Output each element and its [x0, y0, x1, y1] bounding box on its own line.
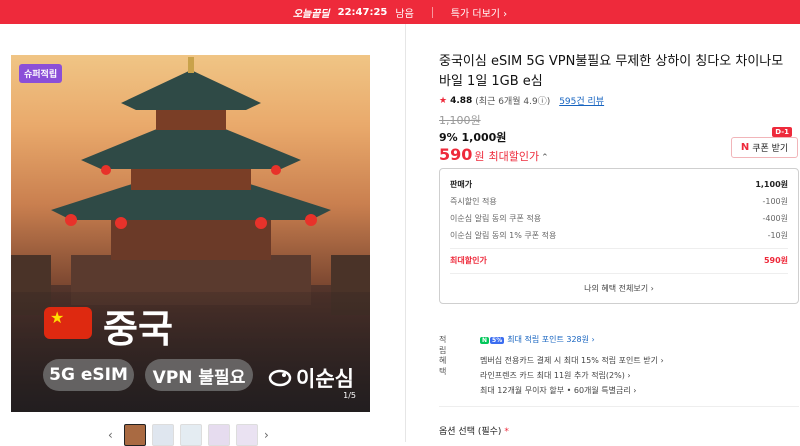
breakdown-row-label: 이순심 알림 동의 1% 쿠폰 적용	[450, 231, 557, 240]
section-divider	[439, 406, 799, 407]
breakdown-row-value: -100원	[762, 197, 788, 206]
brand-logo-text: 이순심	[296, 367, 354, 391]
coupon-icon: N	[740, 142, 750, 153]
product-title: 중국이심 eSIM 5G VPN불필요 무제한 상하이 칭다오 차이나모바일 1…	[439, 54, 784, 89]
review-link[interactable]: 595건 리뷰	[559, 94, 604, 107]
more-deals-link[interactable]: 특가 더보기 ›	[451, 5, 507, 20]
naverpay-icon: N	[480, 337, 490, 344]
breakdown-head-value: 1,100원	[755, 180, 788, 189]
thumb-prev-icon[interactable]: ‹	[108, 428, 118, 442]
final-price-unit: 원	[474, 150, 485, 163]
thumbnail-3[interactable]	[180, 424, 202, 446]
column-divider	[405, 24, 406, 442]
breakdown-row-value: -400원	[762, 214, 788, 223]
super-points-badge: 슈퍼적립	[19, 64, 63, 83]
thumbnail-strip: ‹ ›	[108, 424, 274, 446]
final-price-number: 590	[439, 145, 473, 164]
rating-score: 4.88	[450, 95, 473, 106]
breakdown-row: 이순심 알림 동의 1% 쿠폰 적용 -10원	[450, 230, 788, 241]
sale-price: 9% 1,000원	[439, 131, 507, 144]
breakdown-row: 즉시할인 적용 -100원	[450, 196, 788, 207]
points-text: 최대 적립 포인트 328원 ›	[507, 335, 595, 344]
coupon-dday-tag: D-1	[772, 127, 792, 137]
thumbnail-1[interactable]	[124, 424, 146, 446]
final-price-label: 최대할인가	[488, 150, 540, 163]
thumb-next-icon[interactable]: ›	[264, 428, 274, 442]
top-deal-banner[interactable]: 오늘끝딜 22:47:25 남음 특가 더보기 ›	[0, 0, 800, 24]
deal-timer: 22:47:25	[337, 6, 388, 18]
deal-timer-suffix: 남음	[395, 8, 414, 20]
brand-logo: 이순심	[268, 363, 354, 393]
breakdown-row-label: 이순심 알림 동의 쿠폰 적용	[450, 214, 542, 223]
option-label: 옵션 선택 (필수)	[439, 427, 502, 437]
breakdown-divider	[450, 273, 788, 274]
benefit-line[interactable]: 최대 12개월 무이자 할부 • 60개월 특별금리 ›	[480, 385, 636, 396]
chevron-up-icon[interactable]: ⌃	[541, 153, 549, 163]
points-value[interactable]: N 5% 최대 적립 포인트 328원 ›	[480, 334, 595, 345]
benefits-key: 혜택	[439, 356, 447, 376]
breakdown-row: 이순심 알림 동의 쿠폰 적용 -400원	[450, 213, 788, 224]
breakdown-row-value: -10원	[767, 231, 788, 240]
coupon-button[interactable]: D-1 N 쿠폰 받기	[731, 127, 798, 158]
thumbnail-2[interactable]	[152, 424, 174, 446]
deal-brand: 오늘끝딜	[292, 8, 330, 20]
benefit-line[interactable]: 라인프렌즈 카드 최대 11원 추가 적립(2%) ›	[480, 370, 631, 381]
price-breakdown-box: 판매가 1,100원 즉시할인 적용 -100원 이순심 알림 동의 쿠폰 적용…	[439, 168, 799, 304]
thumbnail-5[interactable]	[236, 424, 258, 446]
original-price: 1,100원	[439, 114, 481, 127]
thumbnail-4[interactable]	[208, 424, 230, 446]
points-rate-badge: 5%	[490, 337, 505, 344]
rating-row: ★ 4.88 (최근 6개월 4.9ⓘ) 595건 리뷰	[439, 94, 604, 108]
breakdown-max-label: 최대할인가	[450, 256, 487, 265]
breakdown-max: 최대할인가 590원	[450, 255, 788, 266]
breakdown-head: 판매가 1,100원	[450, 179, 788, 190]
rating-detail: (최근 6개월 4.9ⓘ)	[475, 97, 551, 107]
points-key: 적립	[439, 335, 447, 355]
brand-logo-icon	[268, 369, 292, 387]
banner-divider	[431, 6, 433, 18]
option-select-label: 옵션 선택 (필수) *	[439, 424, 509, 437]
benefit-line[interactable]: 멤버십 전용카드 결제 시 최대 15% 적립 포인트 받기 ›	[480, 355, 664, 366]
breakdown-row-label: 즉시할인 적용	[450, 197, 497, 206]
star-icon: ★	[439, 95, 448, 106]
china-flag-icon: ★	[44, 307, 92, 339]
all-benefits-link[interactable]: 나의 혜택 전체보기 ›	[440, 283, 798, 294]
product-main-image[interactable]: 슈퍼적립 ★ 중국 5G eSIM VPN 불필요 이순심 1/5	[11, 55, 370, 412]
image-counter: 1/5	[343, 391, 356, 400]
breakdown-head-label: 판매가	[450, 180, 473, 189]
required-mark: *	[504, 427, 509, 437]
breakdown-divider	[450, 248, 788, 249]
esim-pill: 5G eSIM	[43, 359, 134, 391]
coupon-label: 쿠폰 받기	[752, 144, 789, 154]
max-discount-price[interactable]: 590 원 최대할인가 ⌃	[439, 145, 549, 164]
breakdown-max-value: 590원	[763, 256, 788, 265]
country-name: 중국	[103, 307, 173, 351]
vpn-pill: VPN 불필요	[145, 359, 253, 391]
